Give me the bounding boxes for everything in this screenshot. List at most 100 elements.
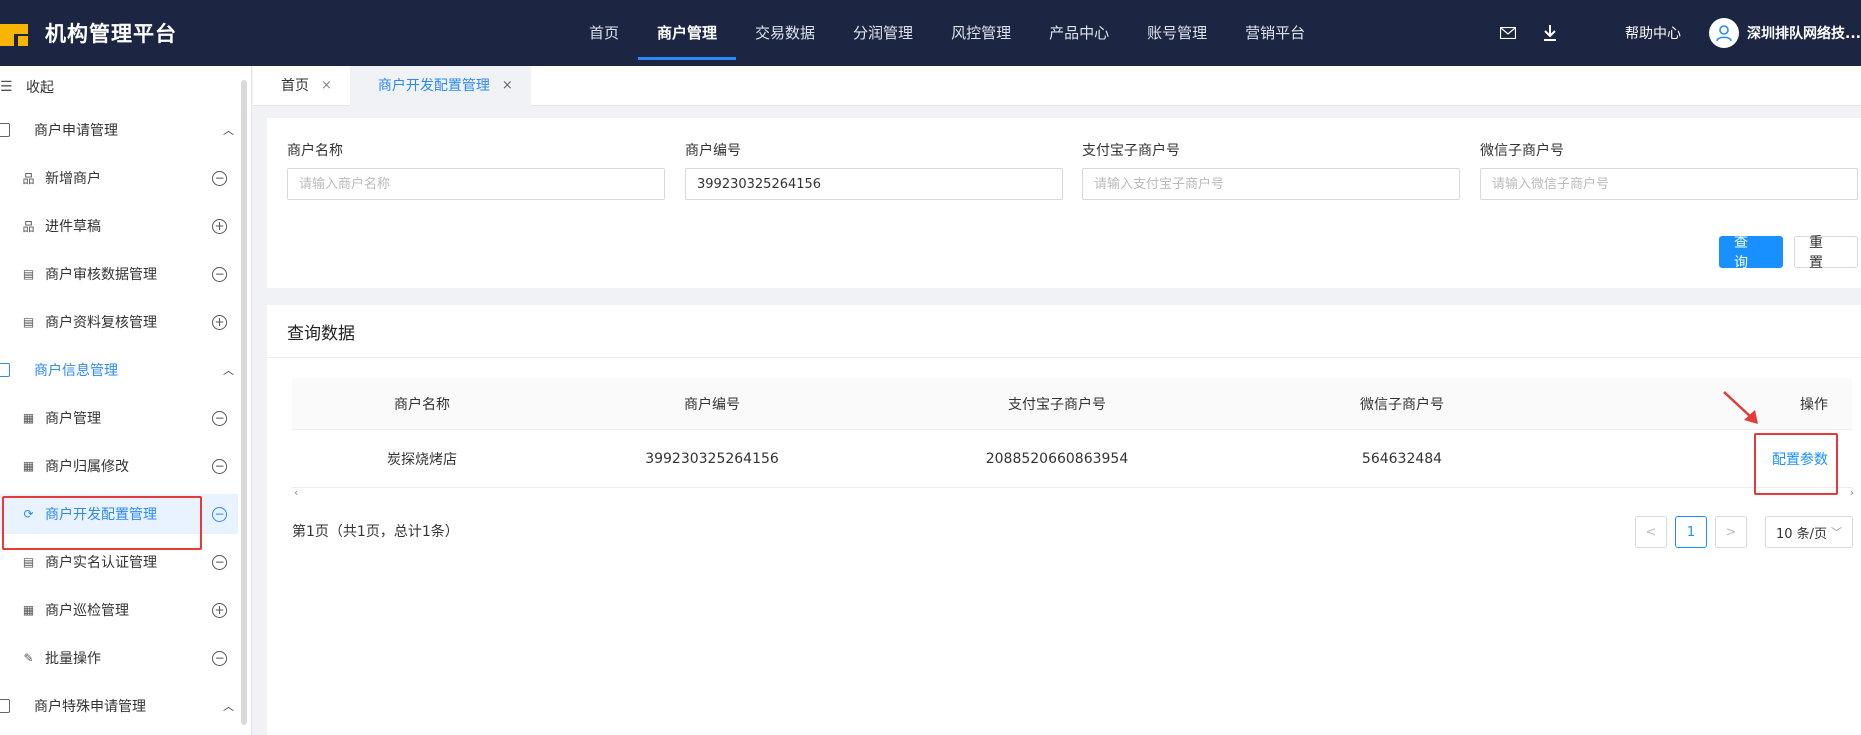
- next-page-button[interactable]: >: [1715, 516, 1747, 548]
- menu-group-label: 商户特殊申请管理: [34, 699, 146, 715]
- store-icon: ▦: [22, 459, 35, 473]
- column-header: 微信子商户号: [1360, 396, 1444, 413]
- menu-group-label: 商户申请管理: [34, 123, 118, 139]
- horizontal-scrollbar[interactable]: ‹ ›: [292, 486, 1854, 500]
- minus-circle-icon: −: [212, 266, 227, 282]
- menu-group-special-apply[interactable]: 商户特殊申请管理 ︿: [0, 686, 240, 726]
- nav-item-merchant[interactable]: 商户管理: [638, 0, 737, 66]
- query-button[interactable]: 查询: [1719, 235, 1783, 271]
- sidebar-item-dev-config[interactable]: ⟳ 商户开发配置管理 −: [0, 494, 238, 534]
- nav-item-home[interactable]: 首页: [570, 0, 638, 66]
- minus-circle-icon: −: [212, 554, 227, 570]
- menu-group-merchant-apply[interactable]: 商户申请管理 ︿: [0, 110, 240, 150]
- sidebar: ☰ 收起 商户申请管理 ︿ 品 新增商户 − 品 进件草稿 + ▤ 商户审核数据…: [0, 66, 252, 735]
- nav-item-profit-sharing[interactable]: 分润管理: [834, 0, 932, 66]
- help-center-link[interactable]: 帮助中心: [1625, 23, 1681, 43]
- brand[interactable]: 机构管理平台: [0, 0, 177, 66]
- pagination: < 1 > 10 条/页 ﹀: [1627, 516, 1853, 548]
- menu-item-label: 进件草稿: [45, 219, 101, 235]
- id-card-icon: ▤: [22, 555, 35, 569]
- results-table: 商户名称 商户编号 支付宝子商户号 微信子商户号 操作 炭探烧烤店 399230…: [292, 378, 1852, 488]
- minus-circle-icon: −: [212, 506, 227, 522]
- close-icon[interactable]: ×: [321, 66, 332, 106]
- sidebar-item-new-merchant[interactable]: 品 新增商户 −: [0, 158, 238, 198]
- configure-params-link[interactable]: 配置参数: [1772, 452, 1828, 468]
- alipay-sub-id-label: 支付宝子商户号: [1082, 143, 1180, 159]
- wrench-icon: ✎: [23, 651, 34, 665]
- company-name[interactable]: 深圳排队网络技...: [1747, 23, 1861, 43]
- cell-alipay-sub-id: 2088520660863954: [985, 450, 1129, 467]
- file-search-icon: ▤: [22, 315, 35, 329]
- nav-item-accounts[interactable]: 账号管理: [1128, 0, 1226, 66]
- merchant-id-input[interactable]: [685, 168, 1063, 200]
- page-size-value: 10 条/页: [1775, 526, 1828, 542]
- plus-circle-icon: +: [212, 314, 227, 330]
- menu-item-label: 批量操作: [45, 651, 101, 667]
- search-panel: 商户名称 商户编号 支付宝子商户号 微信子商户号 查询 重置: [267, 118, 1861, 288]
- nav-item-marketing[interactable]: 营销平台: [1226, 0, 1324, 66]
- sync-icon: ⟳: [23, 507, 34, 521]
- org-chart-icon: 品: [22, 171, 35, 186]
- reset-button[interactable]: 重置: [1794, 235, 1858, 271]
- mail-icon[interactable]: [1497, 22, 1519, 44]
- tab-home[interactable]: 首页 ×: [253, 66, 350, 106]
- menu-item-label: 新增商户: [45, 171, 101, 187]
- cell-merchant-id: 399230325264156: [645, 450, 779, 467]
- tab-label: 首页: [281, 78, 309, 94]
- menu-fold-icon: ☰: [0, 79, 13, 95]
- download-icon[interactable]: [1539, 22, 1561, 44]
- results-title: 查询数据: [287, 324, 355, 344]
- cell-wechat-sub-id: 564632484: [1361, 450, 1443, 467]
- scroll-right-icon[interactable]: ›: [1850, 486, 1854, 499]
- menu-group-merchant-info[interactable]: 商户信息管理 ︿: [0, 350, 240, 390]
- logo-icon: [0, 20, 32, 46]
- column-header: 商户名称: [394, 396, 450, 413]
- tab-dev-config[interactable]: 商户开发配置管理 ×: [349, 66, 531, 106]
- scroll-left-icon[interactable]: ‹: [294, 486, 298, 499]
- sidebar-item-merchant-manage[interactable]: ▦ 商户管理 −: [0, 398, 238, 438]
- minus-circle-icon: −: [212, 410, 227, 426]
- nav-item-products[interactable]: 产品中心: [1030, 0, 1128, 66]
- sidebar-item-audit-data[interactable]: ▤ 商户审核数据管理 −: [0, 254, 238, 294]
- user-avatar-icon[interactable]: [1709, 18, 1739, 48]
- nav-item-risk[interactable]: 风控管理: [932, 0, 1030, 66]
- menu-item-label: 商户审核数据管理: [45, 267, 157, 283]
- sidebar-item-drafts[interactable]: 品 进件草稿 +: [0, 206, 238, 246]
- plus-circle-icon: +: [212, 602, 227, 618]
- minus-circle-icon: −: [212, 170, 227, 186]
- minus-circle-icon: −: [212, 458, 227, 474]
- page-info: 第1页（共1页，总计1条）: [292, 524, 459, 540]
- file-search-icon: ▤: [22, 267, 35, 281]
- tab-label: 商户开发配置管理: [377, 78, 490, 94]
- document-icon: [0, 363, 10, 377]
- page-tabs: 首页 × 商户开发配置管理 ×: [253, 66, 1861, 106]
- sidebar-item-ownership[interactable]: ▦ 商户归属修改 −: [0, 446, 238, 486]
- menu-group-label: 商户信息管理: [34, 363, 118, 379]
- sidebar-item-real-name[interactable]: ▤ 商户实名认证管理 −: [0, 542, 238, 582]
- wechat-sub-id-input[interactable]: [1480, 168, 1858, 200]
- sidebar-item-inspection[interactable]: ▦ 商户巡检管理 +: [0, 590, 238, 630]
- menu-item-label: 商户归属修改: [45, 459, 129, 475]
- column-header: 支付宝子商户号: [1008, 396, 1106, 413]
- nav-item-transactions[interactable]: 交易数据: [736, 0, 834, 66]
- column-header: 商户编号: [684, 396, 740, 413]
- chevron-up-icon: ︿: [223, 364, 234, 377]
- sidebar-scrollbar[interactable]: [241, 80, 247, 725]
- store-icon: ▦: [22, 603, 35, 617]
- document-icon: [0, 123, 10, 137]
- merchant-id-label: 商户编号: [685, 143, 741, 159]
- menu-item-label: 商户资料复核管理: [45, 315, 157, 331]
- prev-page-button[interactable]: <: [1635, 516, 1667, 548]
- close-icon[interactable]: ×: [502, 66, 513, 106]
- chevron-down-icon: ﹀: [1831, 526, 1843, 539]
- menu-item-label: 商户开发配置管理: [45, 507, 157, 523]
- sidebar-collapse-toggle[interactable]: ☰ 收起: [0, 70, 54, 104]
- store-icon: ▦: [22, 411, 35, 425]
- top-nav: 首页 商户管理 交易数据 分润管理 风控管理 产品中心 账号管理 营销平台: [570, 0, 1324, 66]
- merchant-name-input[interactable]: [287, 168, 665, 200]
- alipay-sub-id-input[interactable]: [1082, 168, 1460, 200]
- sidebar-item-batch[interactable]: ✎ 批量操作 −: [0, 638, 238, 678]
- sidebar-item-review[interactable]: ▤ 商户资料复核管理 +: [0, 302, 238, 342]
- page-size-select[interactable]: 10 条/页 ﹀: [1765, 516, 1853, 548]
- page-number-button[interactable]: 1: [1675, 516, 1707, 548]
